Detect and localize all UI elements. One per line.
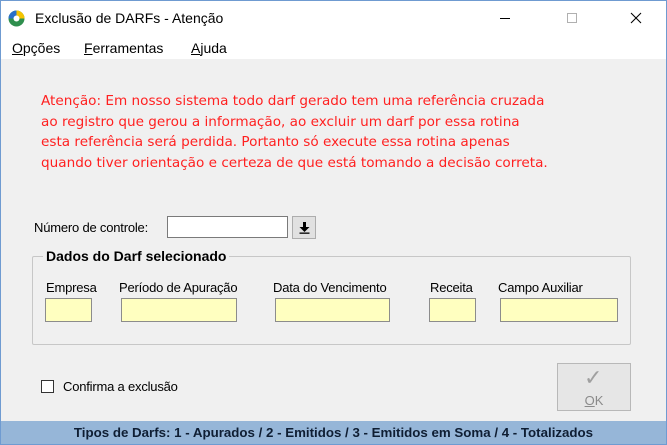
- app-icon: [8, 10, 25, 27]
- menu-ajuda-accel: A: [191, 40, 201, 56]
- periodo-apuracao-label: Período de Apuração: [119, 280, 238, 295]
- control-number-input[interactable]: [167, 216, 288, 238]
- maximize-button[interactable]: [549, 1, 595, 35]
- warning-line: quando tiver orientação e certeza de que…: [41, 154, 548, 171]
- control-number-label: Número de controle:: [34, 220, 148, 235]
- minimize-icon: [500, 18, 510, 19]
- control-number-dropdown-button[interactable]: [292, 216, 316, 239]
- checkmark-icon: ✓: [584, 366, 603, 391]
- warning-line: ao registro que gerou a informação, ao e…: [41, 113, 520, 130]
- confirm-exclusion-checkbox[interactable]: [41, 380, 54, 393]
- warning-message: Atenção: Em nosso sistema todo darf gera…: [41, 91, 641, 173]
- ok-button-label: OK: [558, 393, 630, 408]
- window-title: Exclusão de DARFs - Atenção: [35, 10, 224, 26]
- menu-ajuda[interactable]: Ajuda: [191, 40, 227, 56]
- close-button[interactable]: [613, 1, 659, 35]
- download-arrow-icon: [299, 221, 309, 234]
- menu-ferramentas[interactable]: Ferramentas: [84, 40, 163, 56]
- empresa-field[interactable]: [45, 298, 92, 322]
- title-bar[interactable]: Exclusão de DARFs - Atenção: [1, 1, 666, 35]
- exclusao-darfs-window: Exclusão de DARFs - Atenção Opções Ferra…: [0, 0, 667, 445]
- warning-line: esta referência será perdida. Portanto s…: [41, 134, 510, 150]
- menu-ferramentas-label: erramentas: [92, 40, 164, 56]
- campo-auxiliar-field[interactable]: [500, 298, 618, 322]
- empresa-label: Empresa: [46, 280, 97, 295]
- menu-opcoes-accel: O: [12, 40, 23, 56]
- status-text: Tipos de Darfs: 1 - Apurados / 2 - Emiti…: [73, 425, 594, 440]
- minimize-button[interactable]: [482, 1, 528, 35]
- menu-opcoes-label: pções: [22, 40, 61, 56]
- close-icon: [630, 12, 642, 24]
- confirm-exclusion-label[interactable]: Confirma a exclusão: [63, 379, 178, 394]
- ok-accel: O: [584, 393, 595, 408]
- menu-bar: Opções Ferramentas Ajuda: [1, 35, 666, 59]
- menu-ferramentas-accel: F: [84, 40, 93, 56]
- menu-opcoes[interactable]: Opções: [12, 40, 60, 56]
- maximize-icon: [567, 13, 577, 23]
- receita-field[interactable]: [429, 298, 476, 322]
- menu-ajuda-label: juda: [200, 40, 227, 56]
- ok-label-rest: K: [594, 393, 604, 408]
- darf-group-title: Dados do Darf selecionado: [43, 248, 230, 264]
- data-vencimento-label: Data do Vencimento: [273, 280, 387, 295]
- campo-auxiliar-label: Campo Auxiliar: [498, 280, 583, 295]
- status-bar: Tipos de Darfs: 1 - Apurados / 2 - Emiti…: [1, 421, 666, 444]
- receita-label: Receita: [430, 280, 473, 295]
- warning-line: Atenção: Em nosso sistema todo darf gera…: [41, 93, 545, 109]
- data-vencimento-field[interactable]: [275, 298, 390, 322]
- periodo-apuracao-field[interactable]: [121, 298, 237, 322]
- ok-button[interactable]: ✓ OK: [557, 363, 631, 411]
